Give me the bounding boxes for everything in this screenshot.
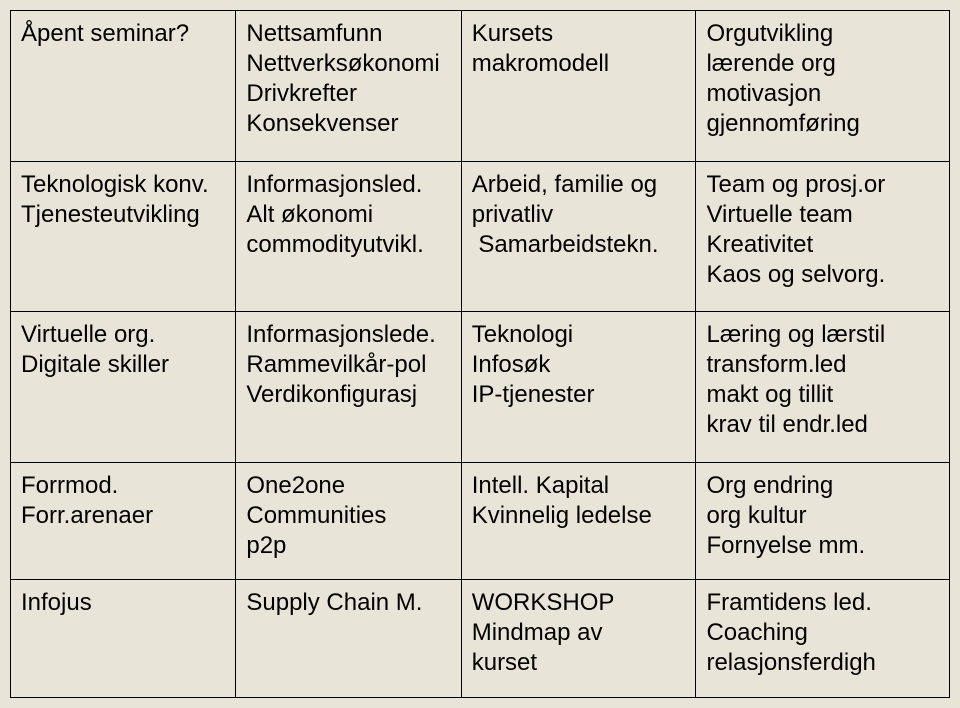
cell-line: transform.led	[706, 350, 939, 380]
cell-line: Verdikonfigurasj	[246, 380, 450, 410]
cell-line: Kaos og selvorg.	[706, 260, 939, 290]
cell-line: Forr.arenaer	[21, 501, 225, 531]
cell-line: Communities	[246, 501, 450, 531]
table-cell: Virtuelle org.Digitale skiller	[11, 312, 236, 463]
cell-line: Informasjonsled.	[246, 170, 450, 200]
cell-line: Forrmod.	[21, 471, 225, 501]
cell-line: privatliv	[472, 200, 686, 230]
cell-line: krav til endr.led	[706, 410, 939, 440]
cell-line: Infosøk	[472, 350, 686, 380]
cell-line: Nettverksøkonomi	[246, 49, 450, 79]
cell-line: Coaching	[706, 618, 939, 648]
table-cell: Kursetsmakromodell	[461, 11, 696, 162]
cell-line: Arbeid, familie og	[472, 170, 686, 200]
cell-line: Rammevilkår-pol	[246, 350, 450, 380]
cell-line: Informasjonslede.	[246, 320, 450, 350]
table-row: Infojus Supply Chain M. WORKSHOPMindmap av…	[11, 580, 950, 698]
table-cell: Åpent seminar?	[11, 11, 236, 162]
cell-line: Kreativitet	[706, 230, 939, 260]
cell-line: Org endring	[706, 471, 939, 501]
cell-line: Teknologisk konv.	[21, 170, 225, 200]
table-cell: Informasjonsled.Alt økonomicommodityutvi…	[236, 161, 461, 312]
table-cell: WORKSHOPMindmap avkurset	[461, 580, 696, 698]
cell-line: IP-tjenester	[472, 380, 686, 410]
table-cell: Team og prosj.orVirtuelle teamKreativite…	[696, 161, 950, 312]
table-cell: One2oneCommunitiesp2p	[236, 462, 461, 580]
table-body: Åpent seminar? NettsamfunnNettverksøkonom…	[11, 11, 950, 698]
table-cell: Læring og lærstiltransform.ledmakt og ti…	[696, 312, 950, 463]
cell-line: Mindmap av	[472, 618, 686, 648]
table-cell: Forrmod.Forr.arenaer	[11, 462, 236, 580]
table-row: Virtuelle org.Digitale skillerInformasjo…	[11, 312, 950, 463]
cell-line: Tjenesteutvikling	[21, 200, 225, 230]
cell-line: lærende org	[706, 49, 939, 79]
cell-line: Drivkrefter	[246, 79, 450, 109]
cell-line: Virtuelle org.	[21, 320, 225, 350]
cell-line: Samarbeidstekn.	[472, 230, 686, 260]
cell-line: Kursets	[472, 19, 686, 49]
cell-line: Framtidens led.	[706, 588, 939, 618]
cell-line: makromodell	[472, 49, 686, 79]
cell-line: Konsekvenser	[246, 109, 450, 139]
table-row: Åpent seminar? NettsamfunnNettverksøkonom…	[11, 11, 950, 162]
cell-line: Åpent seminar?	[21, 19, 225, 49]
cell-line: gjennomføring	[706, 109, 939, 139]
cell-line: Kvinnelig ledelse	[472, 501, 686, 531]
table-cell: Intell. KapitalKvinnelig ledelse	[461, 462, 696, 580]
table-row: Forrmod.Forr.arenaerOne2oneCommunitiesp2…	[11, 462, 950, 580]
content-table: Åpent seminar? NettsamfunnNettverksøkonom…	[10, 10, 950, 698]
cell-line: Infojus	[21, 588, 225, 618]
cell-line: Team og prosj.or	[706, 170, 939, 200]
table-cell: Arbeid, familie ogprivatliv Samarbeidste…	[461, 161, 696, 312]
cell-line: kurset	[472, 648, 686, 678]
table-cell: Supply Chain M.	[236, 580, 461, 698]
cell-line: Alt økonomi	[246, 200, 450, 230]
cell-line: Orgutvikling	[706, 19, 939, 49]
cell-line: commodityutvikl.	[246, 230, 450, 260]
table-cell: Org endringorg kulturFornyelse mm.	[696, 462, 950, 580]
table-cell: Informasjonslede.Rammevilkår-polVerdikon…	[236, 312, 461, 463]
cell-line: Teknologi	[472, 320, 686, 350]
table-cell: Framtidens led.Coachingrelasjonsferdigh	[696, 580, 950, 698]
cell-line: Supply Chain M.	[246, 588, 450, 618]
cell-line: Læring og lærstil	[706, 320, 939, 350]
cell-line: Nettsamfunn	[246, 19, 450, 49]
slide-page: Åpent seminar? NettsamfunnNettverksøkonom…	[0, 0, 960, 708]
cell-line: makt og tillit	[706, 380, 939, 410]
table-cell: NettsamfunnNettverksøkonomiDrivkrefterKo…	[236, 11, 461, 162]
table-cell: TeknologiInfosøkIP-tjenester	[461, 312, 696, 463]
cell-line: motivasjon	[706, 79, 939, 109]
cell-line: org kultur	[706, 501, 939, 531]
cell-line: p2p	[246, 531, 450, 561]
cell-line: Intell. Kapital	[472, 471, 686, 501]
cell-line: Fornyelse mm.	[706, 531, 939, 561]
cell-line: Digitale skiller	[21, 350, 225, 380]
cell-line: WORKSHOP	[472, 588, 686, 618]
cell-line: relasjonsferdigh	[706, 648, 939, 678]
table-cell: Infojus	[11, 580, 236, 698]
table-cell: Teknologisk konv.Tjenesteutvikling	[11, 161, 236, 312]
table-row: Teknologisk konv.TjenesteutviklingInform…	[11, 161, 950, 312]
cell-line: Virtuelle team	[706, 200, 939, 230]
cell-line: One2one	[246, 471, 450, 501]
table-cell: Orgutviklinglærende orgmotivasjongjennom…	[696, 11, 950, 162]
